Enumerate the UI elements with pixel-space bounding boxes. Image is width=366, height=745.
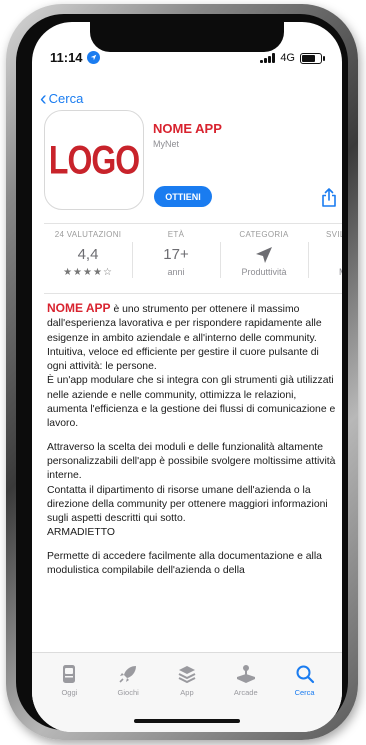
app-description: NOME APP è uno strumento per ottenere il… bbox=[47, 301, 339, 578]
rocket-icon bbox=[118, 663, 138, 685]
location-icon bbox=[86, 51, 100, 64]
chevron-left-icon: ‹ bbox=[40, 87, 47, 110]
status-time-text: 11:14 bbox=[50, 50, 83, 65]
status-indicators: 4G bbox=[260, 52, 325, 64]
status-time: 11:14 bbox=[50, 50, 100, 65]
tab-label: Oggi bbox=[61, 688, 78, 697]
stat-label: CATEGORIA bbox=[239, 230, 289, 239]
screen: 11:14 4G ‹ Cerca LOGO NOME APP MyNet OTT… bbox=[32, 22, 342, 732]
divider bbox=[44, 293, 342, 294]
developer-icon bbox=[308, 246, 342, 264]
stats-row: 24 VALUTAZIONI 4,4 ★★★★☆ ETÀ 17+ anni CA… bbox=[44, 230, 342, 278]
notch bbox=[90, 22, 284, 52]
tab-oggi[interactable]: Oggi bbox=[41, 663, 97, 732]
back-button[interactable]: ‹ Cerca bbox=[40, 87, 84, 110]
stat-ratings[interactable]: 24 VALUTAZIONI 4,4 ★★★★☆ bbox=[44, 230, 132, 278]
layers-icon bbox=[177, 663, 197, 685]
stat-value: 4,4 bbox=[77, 246, 99, 263]
tab-label: Arcade bbox=[233, 688, 258, 697]
stat-sub: anni bbox=[167, 267, 185, 277]
signal-icon bbox=[260, 53, 276, 63]
get-button[interactable]: OTTIENI bbox=[154, 186, 212, 207]
joystick-icon bbox=[235, 663, 257, 685]
app-icon: LOGO bbox=[44, 110, 144, 210]
description-paragraph: Permette di accedere facilmente alla doc… bbox=[47, 550, 322, 577]
tab-label: Giochi bbox=[117, 688, 139, 697]
description-paragraph: È un'app modulare che si integra con gli… bbox=[47, 375, 336, 430]
stat-developer[interactable]: SVILUPPATO MyNet bbox=[308, 230, 342, 278]
stat-sub: MyNet bbox=[308, 267, 342, 277]
tab-label: App bbox=[180, 688, 194, 697]
description-paragraph: Contatta il dipartimento di risorse uman… bbox=[47, 484, 328, 525]
rating-stars: ★★★★☆ bbox=[63, 267, 113, 278]
network-label: 4G bbox=[280, 52, 295, 64]
app-developer[interactable]: MyNet bbox=[153, 139, 179, 149]
app-name: NOME APP bbox=[153, 121, 222, 136]
share-icon[interactable] bbox=[321, 188, 337, 212]
today-icon bbox=[62, 663, 76, 685]
stat-label: SVILUPPATO bbox=[326, 230, 342, 239]
paper-plane-icon bbox=[220, 246, 308, 264]
app-logo-text: LOGO bbox=[48, 136, 140, 182]
stat-label: ETÀ bbox=[167, 230, 185, 239]
description-app-name: NOME APP bbox=[47, 301, 111, 315]
back-label: Cerca bbox=[48, 91, 84, 106]
battery-icon bbox=[300, 52, 325, 64]
description-paragraph: NOME APP è uno strumento per ottenere il… bbox=[47, 301, 339, 346]
description-paragraph: Attraverso la scelta dei moduli e delle … bbox=[47, 441, 336, 482]
description-paragraph: Intuitiva, veloce ed efficiente per gest… bbox=[47, 346, 319, 373]
stat-age: ETÀ 17+ anni bbox=[132, 230, 220, 278]
stat-value: 17+ bbox=[163, 246, 189, 263]
tab-label: Cerca bbox=[294, 688, 315, 697]
stat-sub: Produttività bbox=[241, 267, 287, 277]
section-title: ARMADIETTO bbox=[47, 527, 115, 539]
search-icon bbox=[295, 663, 315, 685]
stat-label: 24 VALUTAZIONI bbox=[54, 230, 122, 239]
stat-category[interactable]: CATEGORIA Produttività bbox=[220, 230, 308, 278]
tab-cerca[interactable]: Cerca bbox=[277, 663, 333, 732]
divider bbox=[44, 223, 342, 224]
home-indicator[interactable] bbox=[134, 719, 240, 723]
phone-frame: 11:14 4G ‹ Cerca LOGO NOME APP MyNet OTT… bbox=[6, 4, 358, 740]
